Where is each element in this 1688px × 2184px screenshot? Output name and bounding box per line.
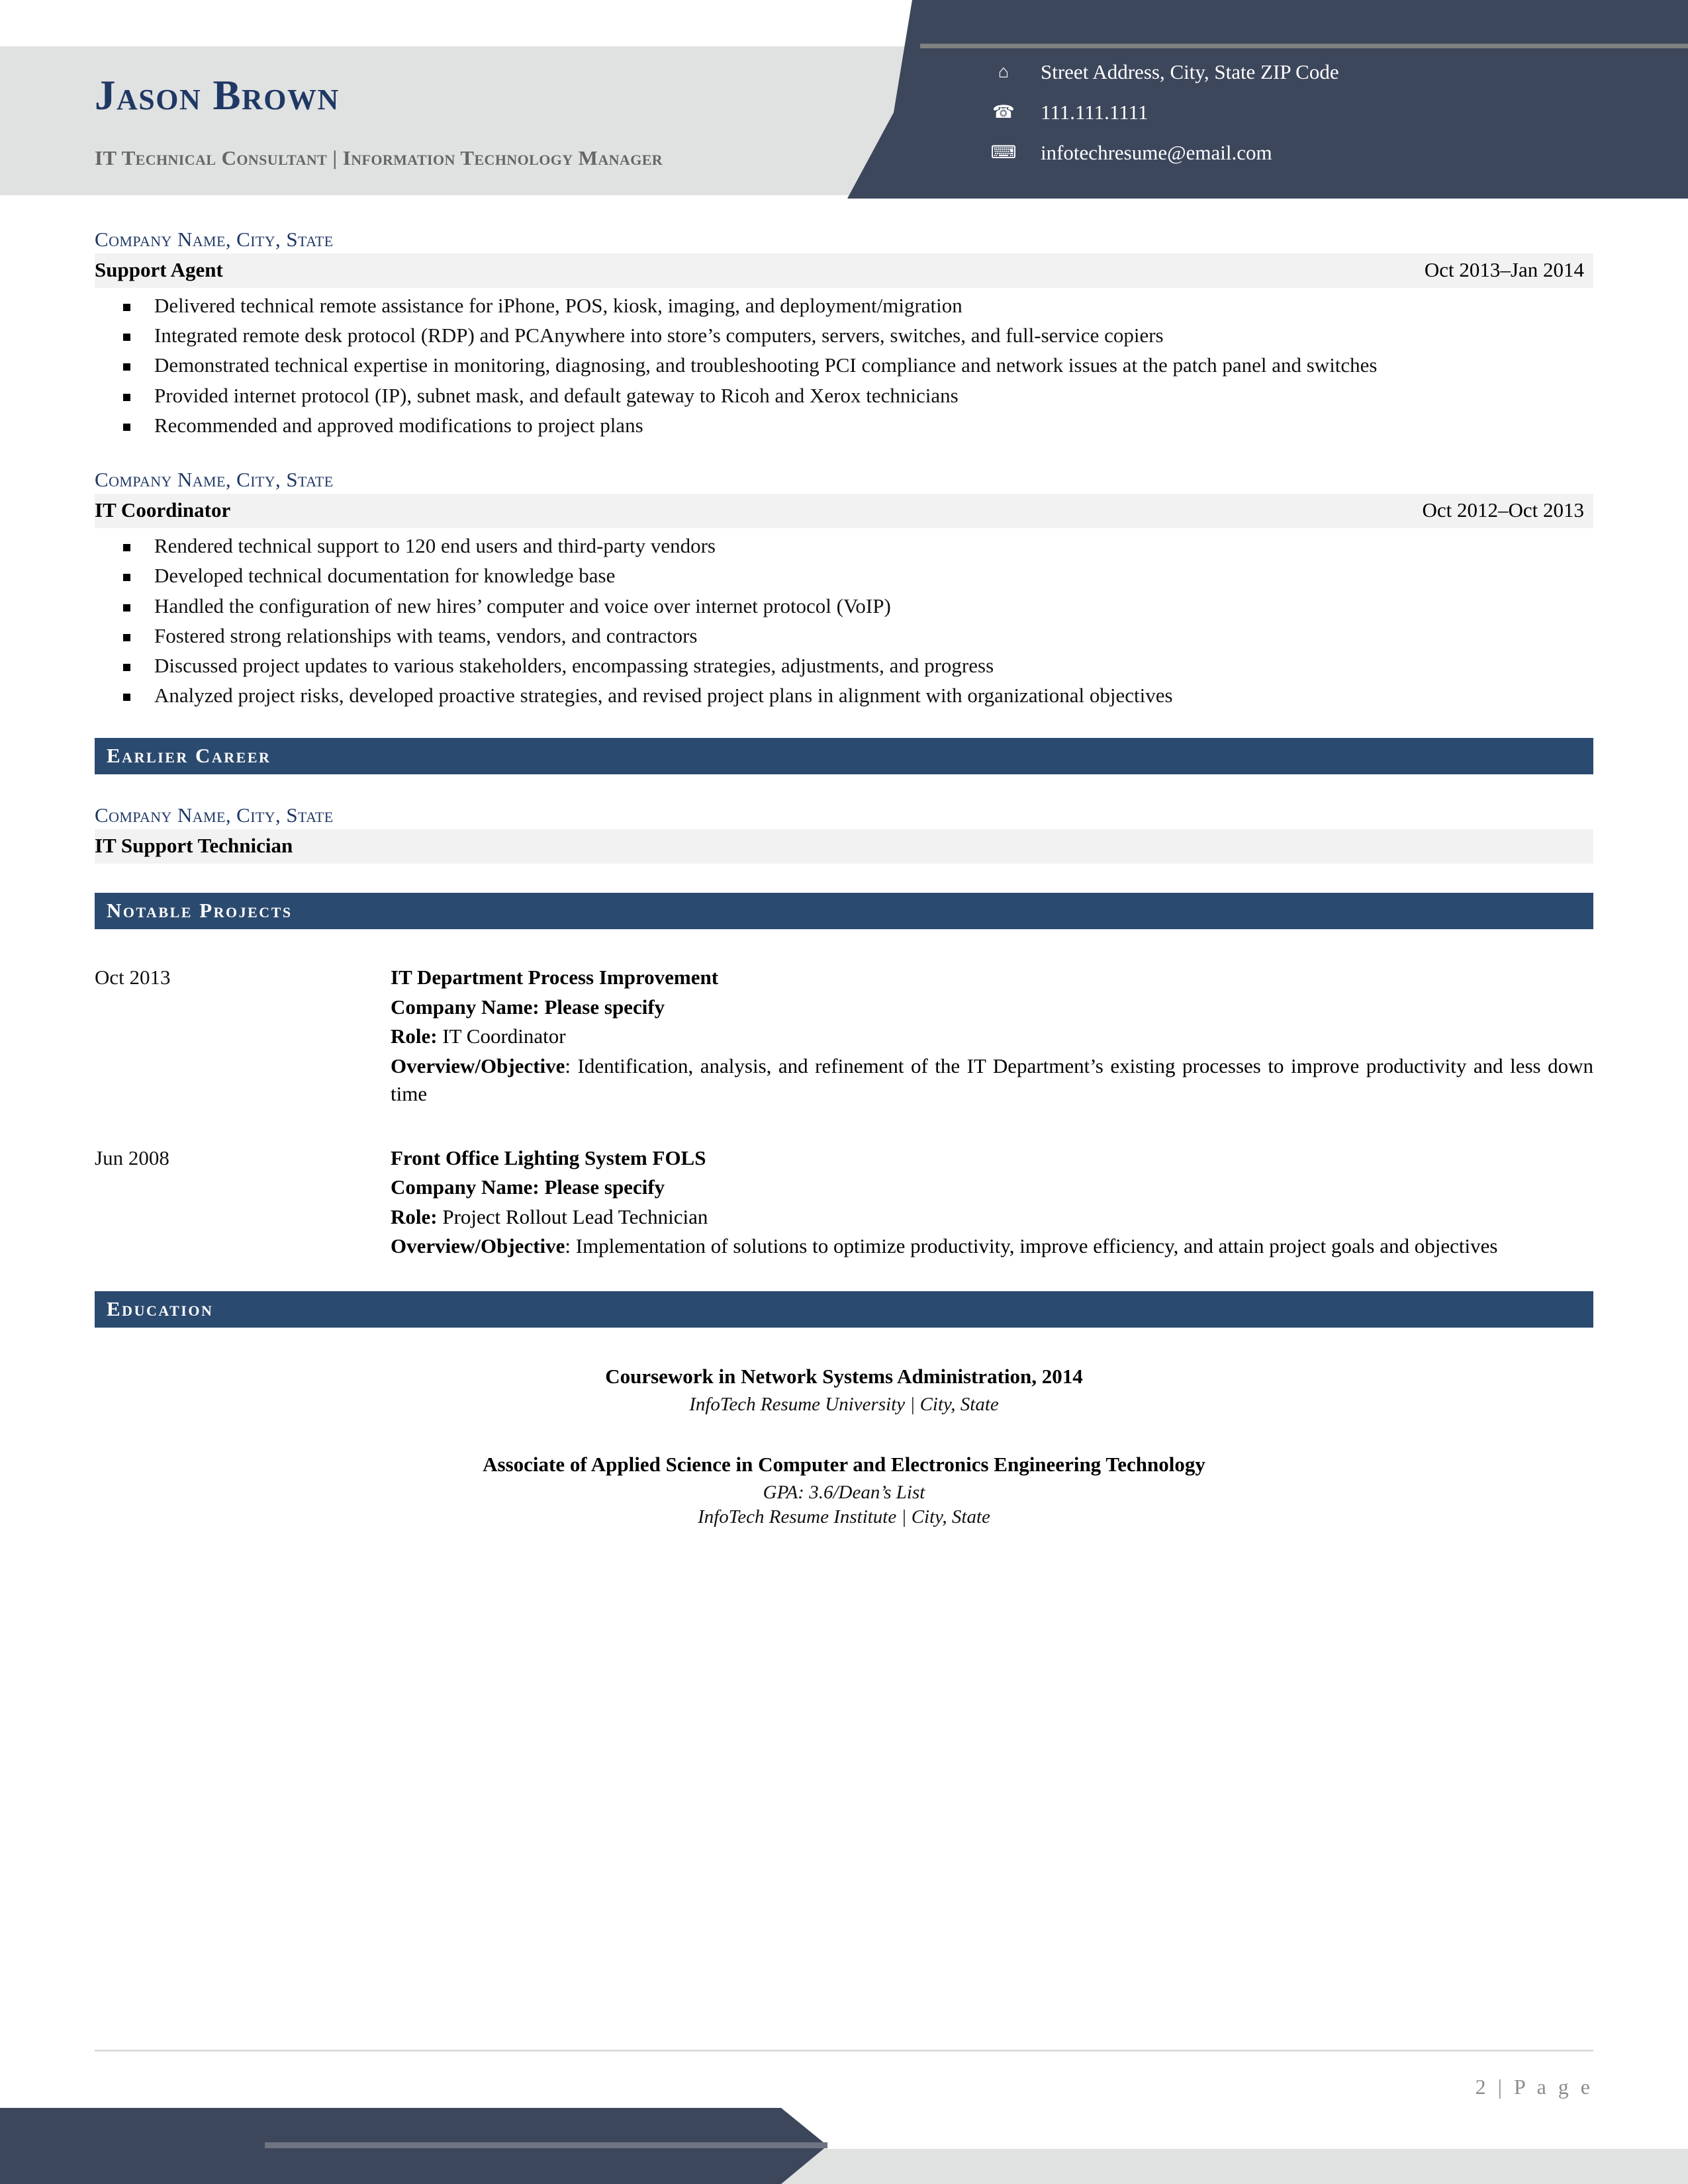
contact-email-text[interactable]: infotechresume@email.com xyxy=(1041,141,1272,165)
project-role-label: Role: xyxy=(391,1205,438,1228)
job-title: IT Coordinator xyxy=(95,498,231,522)
address-icon: ⌂ xyxy=(998,62,1009,81)
project-overview-value: : Implementation of solutions to optimiz… xyxy=(565,1234,1498,1258)
project-details: IT Department Process Improvement Compan… xyxy=(391,964,1593,1109)
project-overview-value: : Identification, analysis, and refineme… xyxy=(391,1054,1593,1106)
job-dates: Oct 2013–Jan 2014 xyxy=(1424,258,1584,281)
project-entry: Oct 2013 IT Department Process Improveme… xyxy=(95,964,1593,1109)
earlier-career-entry: Company Name, City, State IT Support Tec… xyxy=(95,803,1593,864)
project-entry: Jun 2008 Front Office Lighting System FO… xyxy=(95,1144,1593,1262)
contact-row-phone: ☎ 111.111.1111 xyxy=(986,92,1648,132)
job-bullets: Delivered technical remote assistance fo… xyxy=(95,292,1593,439)
job-title-bar: IT Support Technician xyxy=(95,829,1593,864)
job-title: Support Agent xyxy=(95,258,223,281)
project-overview-label: Overview/Objective xyxy=(391,1234,565,1258)
list-item: Rendered technical support to 120 end us… xyxy=(95,532,1593,559)
project-details: Front Office Lighting System FOLS Compan… xyxy=(391,1144,1593,1262)
project-company-value: Please specify xyxy=(544,995,665,1019)
phone-icon: ☎ xyxy=(992,102,1015,122)
list-item: Developed technical documentation for kn… xyxy=(95,562,1593,589)
project-name: Front Office Lighting System FOLS xyxy=(391,1146,706,1169)
project-role-value: Project Rollout Lead Technician xyxy=(442,1205,708,1228)
contact-list: ⌂ Street Address, City, State ZIP Code ☎… xyxy=(986,52,1648,173)
education-entry: Coursework in Network Systems Administra… xyxy=(95,1365,1593,1416)
contact-row-address: ⌂ Street Address, City, State ZIP Code xyxy=(986,52,1648,92)
list-item: Discussed project updates to various sta… xyxy=(95,652,1593,679)
list-item: Demonstrated technical expertise in moni… xyxy=(95,351,1593,379)
page-title: Jason Brown xyxy=(95,72,340,118)
education-degree: Coursework in Network Systems Administra… xyxy=(605,1364,1083,1388)
job-title: IT Support Technician xyxy=(95,834,293,858)
contact-phone-text: 111.111.1111 xyxy=(1041,100,1149,124)
project-company-label: Company Name: xyxy=(391,1175,539,1199)
job-bullets: Rendered technical support to 120 end us… xyxy=(95,532,1593,709)
list-item: Analyzed project risks, developed proact… xyxy=(95,682,1593,709)
job-dates: Oct 2012–Oct 2013 xyxy=(1422,498,1584,522)
list-item: Delivered technical remote assistance fo… xyxy=(95,292,1593,319)
experience-entry: Company Name, City, State Support Agent … xyxy=(95,228,1593,439)
education-entry: Associate of Applied Science in Computer… xyxy=(95,1453,1593,1528)
project-date: Jun 2008 xyxy=(95,1146,169,1169)
section-header-earlier-career: Earlier Career xyxy=(95,738,1593,775)
job-title-bar: IT Coordinator Oct 2012–Oct 2013 xyxy=(95,494,1593,529)
page-number: 2 | P a g e xyxy=(1475,2075,1593,2099)
project-company-label: Company Name: xyxy=(391,995,539,1019)
education-institution: InfoTech Resume University | City, State xyxy=(689,1393,999,1415)
education-gpa: GPA: 3.6/Dean’s List xyxy=(763,1481,925,1503)
list-item: Fostered strong relationships with teams… xyxy=(95,622,1593,649)
list-item: Handled the configuration of new hires’ … xyxy=(95,592,1593,619)
education-institution: InfoTech Resume Institute | City, State xyxy=(698,1506,990,1527)
experience-entry: Company Name, City, State IT Coordinator… xyxy=(95,468,1593,709)
email-icon: ⌨ xyxy=(990,142,1017,162)
section-header-education: Education xyxy=(95,1291,1593,1328)
list-item: Provided internet protocol (IP), subnet … xyxy=(95,382,1593,409)
list-item: Integrated remote desk protocol (RDP) an… xyxy=(95,322,1593,349)
project-name: IT Department Process Improvement xyxy=(391,966,719,989)
section-header-notable-projects: Notable Projects xyxy=(95,893,1593,930)
list-item: Recommended and approved modifications t… xyxy=(95,412,1593,439)
project-overview-label: Overview/Objective xyxy=(391,1054,565,1077)
contact-row-email: ⌨ infotechresume@email.com xyxy=(986,132,1648,173)
page-header: Jason Brown IT Technical Consultant | In… xyxy=(0,0,1688,199)
job-title-bar: Support Agent Oct 2013–Jan 2014 xyxy=(95,253,1593,288)
company-name: Company Name, City, State xyxy=(95,228,334,251)
company-name: Company Name, City, State xyxy=(95,803,334,827)
footer-navy-shape xyxy=(0,2108,1688,2184)
education-degree: Associate of Applied Science in Computer… xyxy=(483,1452,1205,1476)
footer-divider xyxy=(95,2050,1593,2052)
project-role-label: Role: xyxy=(391,1024,438,1048)
contact-address-text: Street Address, City, State ZIP Code xyxy=(1041,60,1339,83)
header-subtitle: IT Technical Consultant | Information Te… xyxy=(95,146,663,169)
resume-content: Company Name, City, State Support Agent … xyxy=(0,199,1688,1531)
project-company-value: Please specify xyxy=(544,1175,665,1199)
project-role-value: IT Coordinator xyxy=(442,1024,566,1048)
company-name: Company Name, City, State xyxy=(95,468,334,492)
project-date: Oct 2013 xyxy=(95,966,171,989)
